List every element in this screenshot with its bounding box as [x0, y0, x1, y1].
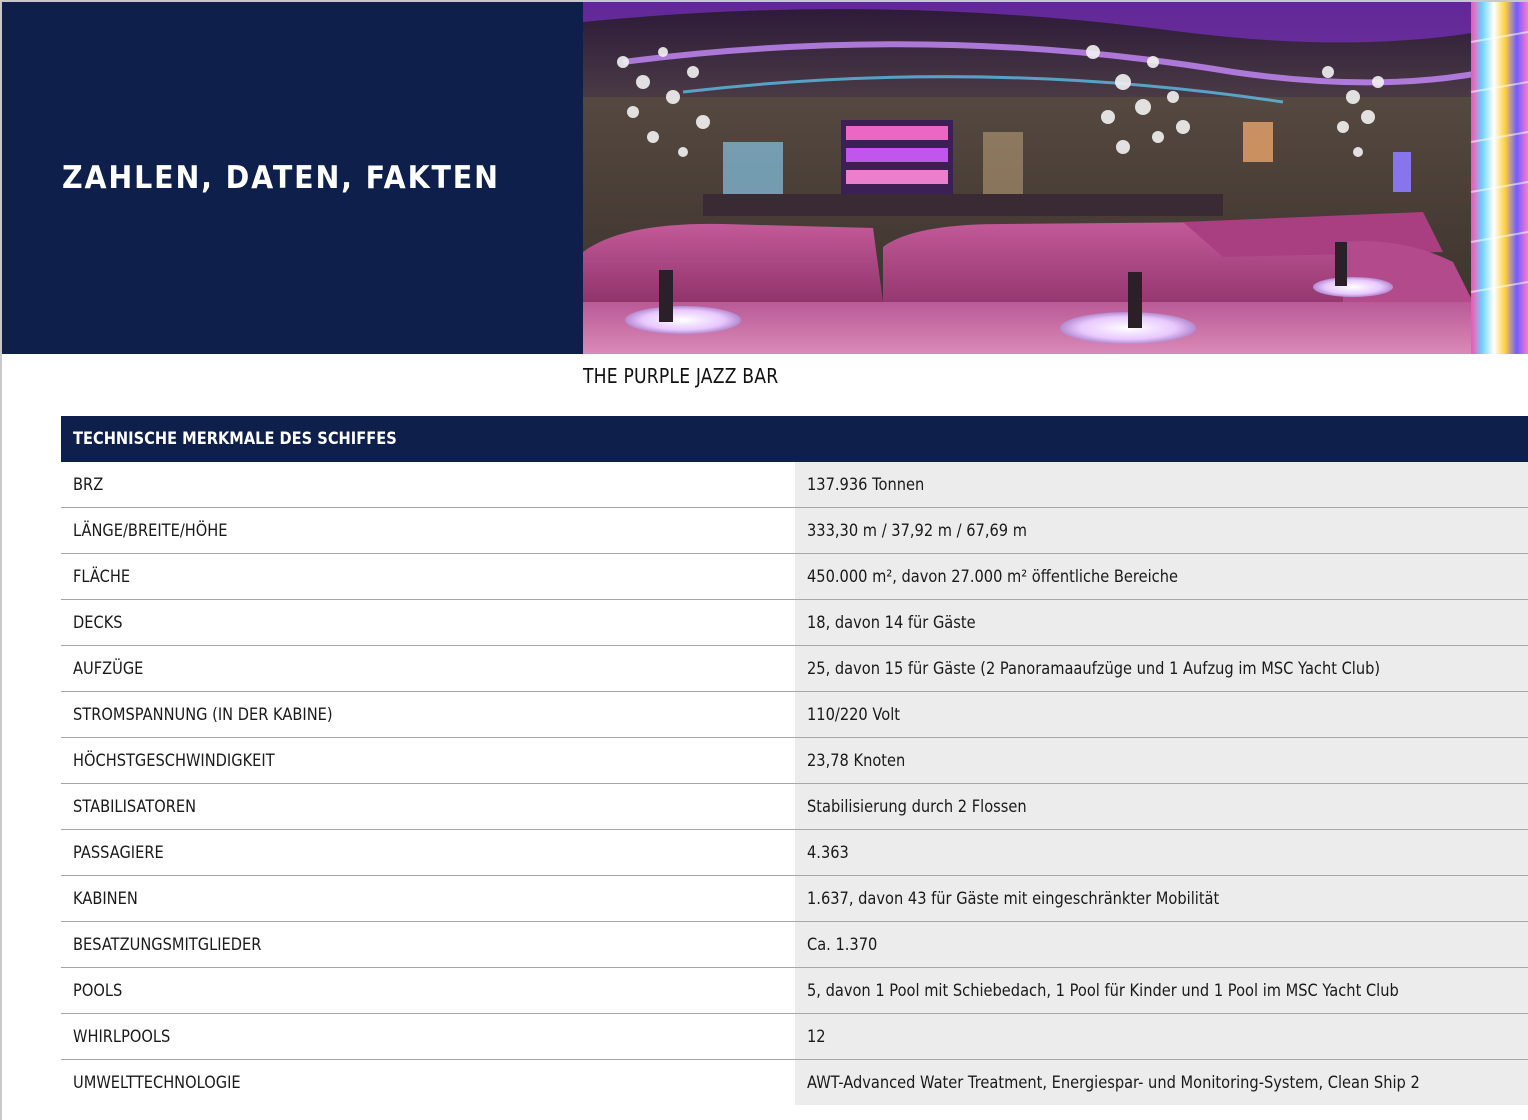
spec-label-text: BESATZUNGSMITGLIEDER	[73, 934, 262, 955]
jazz-bar-illustration	[583, 2, 1528, 354]
spec-label-text: STABILISATOREN	[73, 796, 197, 817]
spec-value-text: 23,78 Knoten	[806, 750, 905, 771]
photo-caption: THE PURPLE JAZZ BAR	[583, 364, 779, 388]
spec-label: AUFZÜGE	[61, 645, 795, 692]
spec-label: BRZ	[61, 462, 795, 508]
spec-value: 5, davon 1 Pool mit Schiebedach, 1 Pool …	[794, 967, 1528, 1014]
spec-value: 23,78 Knoten	[794, 737, 1528, 784]
spec-label-text: WHIRLPOOLS	[73, 1026, 171, 1047]
spec-label-text: AUFZÜGE	[73, 658, 144, 679]
spec-label: DECKS	[61, 599, 795, 646]
spec-value-text: 25, davon 15 für Gäste (2 Panoramaaufzüg…	[806, 658, 1380, 679]
spec-value: 12	[794, 1013, 1528, 1060]
spec-label: UMWELTTECHNOLOGIE	[61, 1059, 795, 1105]
spec-value: 25, davon 15 für Gäste (2 Panoramaaufzüg…	[794, 645, 1528, 692]
table-row: KABINEN 1.637, davon 43 für Gäste mit ei…	[61, 875, 1528, 922]
spec-value-text: 1.637, davon 43 für Gäste mit eingeschrä…	[806, 888, 1219, 909]
spec-label-text: KABINEN	[73, 888, 138, 909]
spec-value-text: 333,30 m / 37,92 m / 67,69 m	[806, 520, 1027, 541]
table-row: WHIRLPOOLS 12	[61, 1013, 1528, 1060]
spec-value: Ca. 1.370	[794, 921, 1528, 968]
table-row: BRZ 137.936 Tonnen	[61, 462, 1528, 508]
spec-label-text: DECKS	[73, 612, 123, 633]
table-header: TECHNISCHE MERKMALE DES SCHIFFES	[61, 416, 1528, 462]
spec-label: STABILISATOREN	[61, 783, 795, 830]
spec-label-text: PASSAGIERE	[73, 842, 164, 863]
spec-value-text: 4.363	[806, 842, 849, 863]
spec-value-text: AWT-Advanced Water Treatment, Energiespa…	[806, 1072, 1420, 1093]
table-row: FLÄCHE 450.000 m², davon 27.000 m² öffen…	[61, 553, 1528, 600]
hero-title-panel: ZAHLEN, DATEN, FAKTEN	[2, 2, 583, 354]
spec-value-text: Stabilisierung durch 2 Flossen	[806, 796, 1027, 817]
spec-label-text: STROMSPANNUNG (IN DER KABINE)	[73, 704, 333, 725]
spec-value: Stabilisierung durch 2 Flossen	[794, 783, 1528, 830]
spec-value-text: 5, davon 1 Pool mit Schiebedach, 1 Pool …	[806, 980, 1399, 1001]
table-header-row: TECHNISCHE MERKMALE DES SCHIFFES	[61, 416, 1528, 462]
spec-value: 18, davon 14 für Gäste	[794, 599, 1528, 646]
spec-value: 333,30 m / 37,92 m / 67,69 m	[794, 507, 1528, 554]
table-row: HÖCHSTGESCHWINDIGKEIT 23,78 Knoten	[61, 737, 1528, 784]
table-row: AUFZÜGE 25, davon 15 für Gäste (2 Panora…	[61, 645, 1528, 692]
spec-label-text: LÄNGE/BREITE/HÖHE	[73, 520, 228, 541]
table-row: STROMSPANNUNG (IN DER KABINE) 110/220 Vo…	[61, 691, 1528, 738]
spec-value-text: 450.000 m², davon 27.000 m² öffentliche …	[806, 566, 1178, 587]
table-row: BESATZUNGSMITGLIEDER Ca. 1.370	[61, 921, 1528, 968]
table-row: PASSAGIERE 4.363	[61, 829, 1528, 876]
table-row: LÄNGE/BREITE/HÖHE 333,30 m / 37,92 m / 6…	[61, 507, 1528, 554]
spec-label: LÄNGE/BREITE/HÖHE	[61, 507, 795, 554]
spec-value: AWT-Advanced Water Treatment, Energiespa…	[794, 1059, 1528, 1105]
spec-label-text: BRZ	[73, 474, 104, 495]
spec-label-text: POOLS	[73, 980, 123, 1001]
spec-value-text: 18, davon 14 für Gäste	[806, 612, 976, 633]
spec-value: 4.363	[794, 829, 1528, 876]
spec-value: 450.000 m², davon 27.000 m² öffentliche …	[794, 553, 1528, 600]
specs-table: TECHNISCHE MERKMALE DES SCHIFFES BRZ 137…	[61, 416, 1528, 1105]
table-row: UMWELTTECHNOLOGIE AWT-Advanced Water Tre…	[61, 1059, 1528, 1105]
spec-label: STROMSPANNUNG (IN DER KABINE)	[61, 691, 795, 738]
table-row: POOLS 5, davon 1 Pool mit Schiebedach, 1…	[61, 967, 1528, 1014]
spec-value-text: 110/220 Volt	[806, 704, 900, 725]
spec-label: KABINEN	[61, 875, 795, 922]
spec-label: PASSAGIERE	[61, 829, 795, 876]
page-title: ZAHLEN, DATEN, FAKTEN	[62, 160, 500, 196]
spec-value: 1.637, davon 43 für Gäste mit eingeschrä…	[794, 875, 1528, 922]
spec-label: HÖCHSTGESCHWINDIGKEIT	[61, 737, 795, 784]
spec-label: BESATZUNGSMITGLIEDER	[61, 921, 795, 968]
spec-value-text: Ca. 1.370	[806, 934, 877, 955]
table-header-label: TECHNISCHE MERKMALE DES SCHIFFES	[73, 429, 397, 449]
spec-label: POOLS	[61, 967, 795, 1014]
spec-label-text: FLÄCHE	[73, 566, 131, 587]
spec-value-text: 137.936 Tonnen	[806, 474, 924, 495]
spec-value: 110/220 Volt	[794, 691, 1528, 738]
spec-label-text: UMWELTTECHNOLOGIE	[73, 1072, 241, 1093]
table-row: DECKS 18, davon 14 für Gäste	[61, 599, 1528, 646]
spec-label-text: HÖCHSTGESCHWINDIGKEIT	[73, 750, 275, 771]
spec-label: FLÄCHE	[61, 553, 795, 600]
spec-label: WHIRLPOOLS	[61, 1013, 795, 1060]
hero-banner: ZAHLEN, DATEN, FAKTEN	[2, 2, 1528, 354]
spec-value: 137.936 Tonnen	[794, 462, 1528, 508]
table-row: STABILISATOREN Stabilisierung durch 2 Fl…	[61, 783, 1528, 830]
jazz-bar-photo	[583, 2, 1528, 354]
spec-value-text: 12	[806, 1026, 826, 1047]
